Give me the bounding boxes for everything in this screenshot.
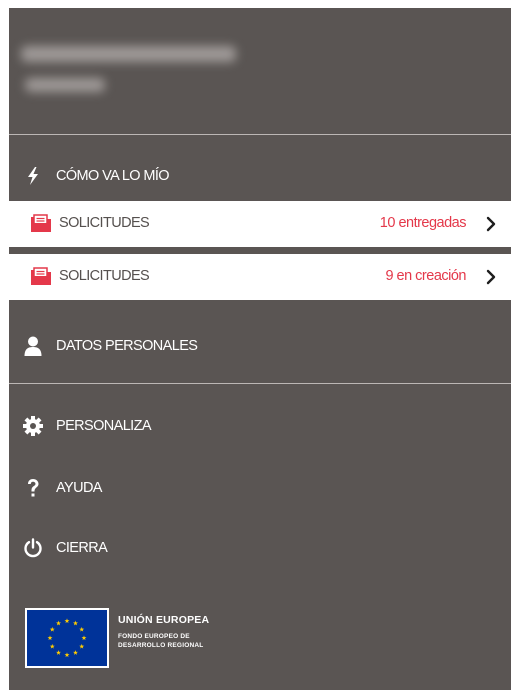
menu-item-label: PERSONALIZA	[56, 418, 152, 434]
menu-item-logout[interactable]: CIERRA	[9, 528, 511, 568]
eu-flag-icon	[25, 608, 109, 668]
menu-item-customize[interactable]: PERSONALIZA	[9, 406, 511, 446]
card-label: SOLICITUDES	[59, 268, 150, 284]
eu-subtitle-line: DESARROLLO REGIONAL	[118, 642, 204, 649]
status-section-label: CÓMO VA LO MÍO	[56, 168, 170, 184]
card-status-count: 10 entregadas	[379, 215, 467, 231]
document-folder-icon	[31, 214, 51, 232]
chevron-right-icon	[486, 216, 496, 232]
question-mark-icon	[22, 477, 44, 499]
menu-item-label: CIERRA	[56, 540, 108, 556]
eu-funding-logo: UNIÓN EUROPEA FONDO EUROPEO DE DESARROLL…	[25, 608, 295, 668]
user-icon	[22, 335, 44, 357]
card-label: SOLICITUDES	[59, 215, 150, 231]
menu-item-label: AYUDA	[56, 480, 102, 496]
document-folder-icon	[31, 267, 51, 285]
eu-title: UNIÓN EUROPEA	[118, 614, 210, 626]
card-status-count: 9 en creación	[385, 268, 466, 284]
eu-subtitle-line: FONDO EUROPEO DE	[118, 633, 190, 640]
lightning-bolt-icon	[22, 165, 44, 187]
side-menu-panel: CÓMO VA LO MÍO SOLICITUDES 10 entregadas…	[9, 8, 511, 690]
gear-icon	[22, 415, 44, 437]
requests-in-creation-card[interactable]: SOLICITUDES 9 en creación	[9, 254, 511, 300]
divider	[9, 383, 511, 384]
chevron-right-icon	[486, 269, 496, 285]
divider	[9, 134, 511, 135]
power-icon	[22, 537, 44, 559]
requests-delivered-card[interactable]: SOLICITUDES 10 entregadas	[9, 201, 511, 247]
status-section-header: CÓMO VA LO MÍO	[9, 156, 511, 196]
profile-subtitle-blurred	[25, 78, 105, 92]
user-profile-header	[9, 8, 511, 134]
menu-item-label: DATOS PERSONALES	[56, 338, 198, 354]
menu-item-personal-data[interactable]: DATOS PERSONALES	[9, 326, 511, 366]
menu-item-help[interactable]: AYUDA	[9, 468, 511, 508]
profile-name-blurred	[21, 46, 236, 62]
